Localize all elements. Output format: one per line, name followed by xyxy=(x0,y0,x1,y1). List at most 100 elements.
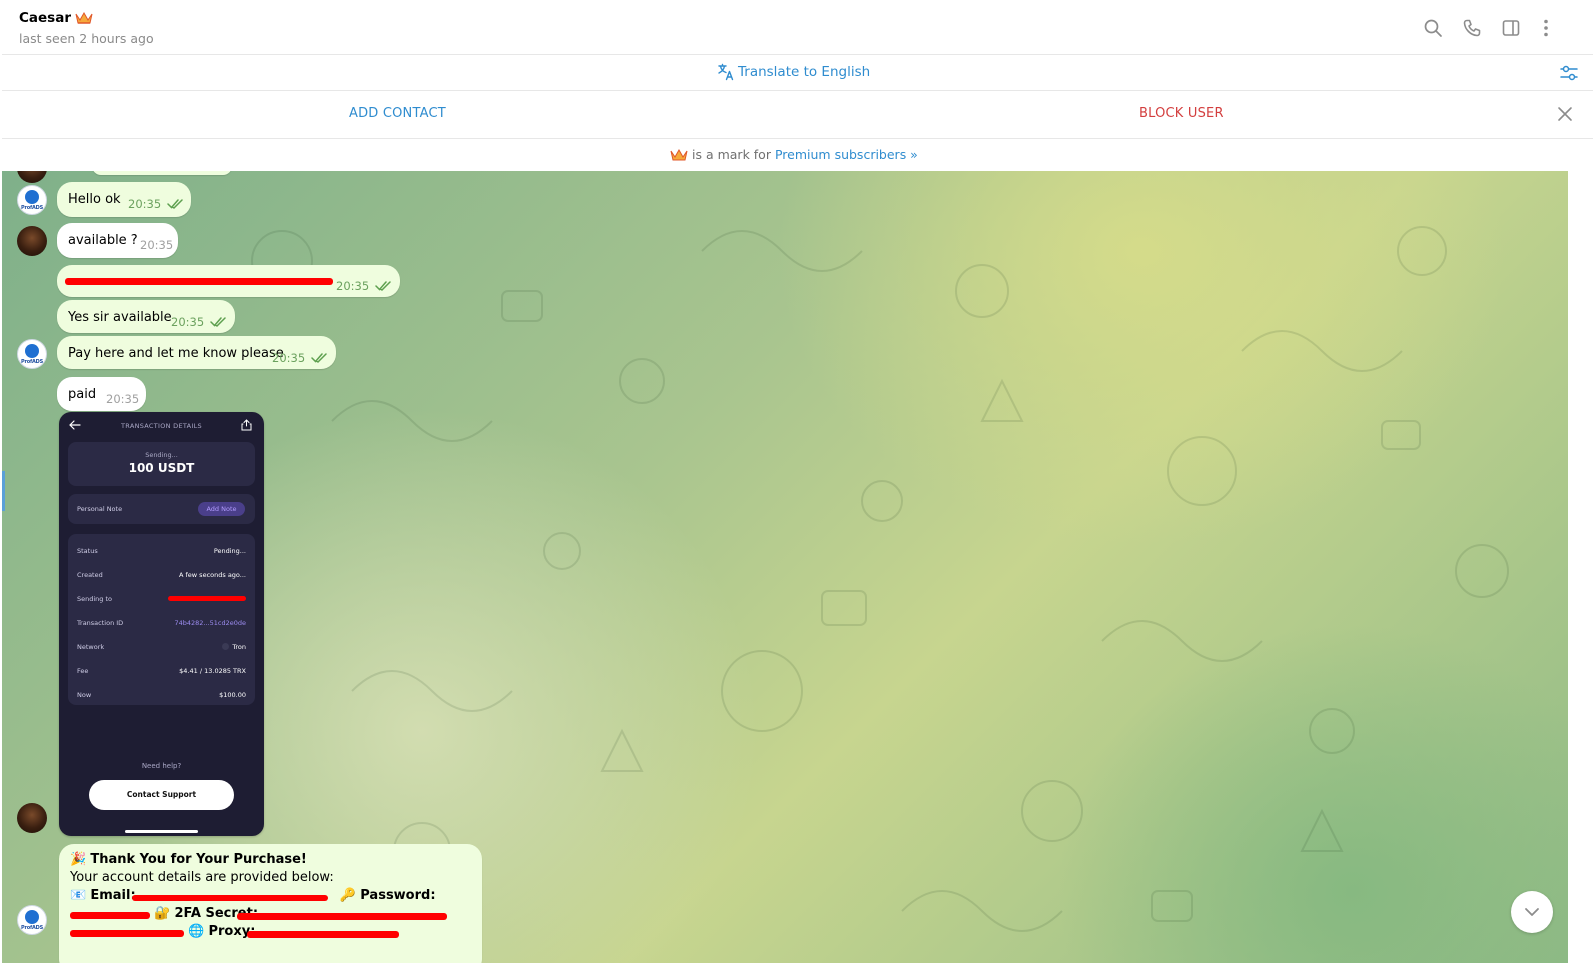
redaction-mark xyxy=(132,895,328,901)
message-bubble[interactable]: 🎉 Thank You for Your Purchase! Your acco… xyxy=(59,844,482,963)
premium-text: is a mark for xyxy=(692,147,771,162)
scroll-indicator xyxy=(2,471,5,511)
translate-button[interactable]: Translate to English xyxy=(717,63,870,81)
detail-value: Pending... xyxy=(213,547,246,555)
redaction-mark xyxy=(247,931,399,938)
share-icon xyxy=(241,419,252,431)
message-text: Yes sir available xyxy=(68,310,172,325)
note-label: Personal Note xyxy=(77,505,123,513)
email-icon: 📧 xyxy=(70,888,87,903)
avatar[interactable] xyxy=(17,226,47,256)
redaction-mark xyxy=(237,913,447,920)
redaction-mark xyxy=(65,278,333,285)
redaction-mark xyxy=(70,912,150,919)
contact-support-button: Contact Support xyxy=(89,780,234,810)
message-line: 🎉 Thank You for Your Purchase! xyxy=(70,852,307,867)
message-bubble[interactable]: Hello ok 20:35 xyxy=(57,182,191,217)
block-user-button[interactable]: BLOCK USER xyxy=(1139,106,1224,121)
right-gutter xyxy=(1568,171,1593,963)
premium-link[interactable]: Premium subscribers » xyxy=(775,147,918,162)
message-text: available ? xyxy=(68,233,138,248)
detail-value: A few seconds ago... xyxy=(179,571,246,579)
close-icon[interactable] xyxy=(1555,104,1575,124)
chat-name: Caesar xyxy=(19,10,71,26)
email-label: Email: xyxy=(90,888,136,903)
detail-key: Fee xyxy=(77,667,89,675)
translate-bar: Translate to English xyxy=(2,55,1593,91)
translate-label: Translate to English xyxy=(738,64,871,80)
amount-box: Sending... 100 USDT xyxy=(68,442,255,486)
detail-key: Network xyxy=(77,643,105,651)
double-check-icon xyxy=(210,317,226,327)
message-text: Pay here and let me know please xyxy=(68,346,284,361)
message-time: 20:35 xyxy=(140,238,174,252)
screenshot-title: TRANSACTION DETAILS xyxy=(121,422,202,430)
tron-icon xyxy=(222,643,230,650)
detail-row: Sending to xyxy=(77,595,246,605)
details-box: Status Pending... Created A few seconds … xyxy=(68,534,255,705)
message-bubble[interactable]: 20:35 xyxy=(57,265,400,297)
premium-notice-bar: is a mark for Premium subscribers » xyxy=(2,139,1593,171)
redaction-mark xyxy=(168,596,246,601)
message-text: Hello ok xyxy=(68,192,121,207)
translate-icon xyxy=(718,63,734,81)
detail-row: Created A few seconds ago... xyxy=(77,571,246,581)
message-time: 20:35 xyxy=(336,279,370,293)
message-bubble-partial xyxy=(92,171,232,175)
detail-value: Tron xyxy=(232,643,246,651)
message-bubble[interactable]: Yes sir available 20:35 xyxy=(57,300,235,333)
detail-value: 74b4282...51cd2e0de xyxy=(174,619,246,627)
sidebar-icon[interactable] xyxy=(1500,17,1522,39)
detail-row: Now $100.00 xyxy=(77,691,246,701)
detail-key: Created xyxy=(77,571,103,579)
avatar[interactable] xyxy=(17,803,47,833)
detail-key: Sending to xyxy=(77,595,113,603)
double-check-icon xyxy=(167,199,183,209)
home-indicator xyxy=(125,830,198,833)
contact-action-bar: ADD CONTACT BLOCK USER xyxy=(2,91,1593,139)
party-popper-icon: 🎉 xyxy=(70,852,87,867)
screenshot-header: TRANSACTION DETAILS xyxy=(59,412,264,438)
message-bubble[interactable]: available ? 20:35 xyxy=(57,223,178,258)
search-icon[interactable] xyxy=(1422,17,1444,39)
message-heading: Thank You for Your Purchase! xyxy=(90,852,307,867)
chat-header: Caesar last seen 2 hours ago xyxy=(2,0,1593,55)
more-icon[interactable] xyxy=(1535,17,1557,39)
key-icon: 🔑 xyxy=(339,888,357,903)
redaction-mark xyxy=(70,930,184,937)
add-contact-button[interactable]: ADD CONTACT xyxy=(349,106,446,121)
add-note-button: Add Note xyxy=(198,502,245,516)
scroll-down-button[interactable] xyxy=(1511,891,1553,933)
detail-key: Now xyxy=(77,691,92,699)
translate-settings-icon[interactable] xyxy=(1559,63,1579,83)
message-text: paid xyxy=(68,387,97,402)
message-bubble[interactable]: Pay here and let me know please 20:35 xyxy=(57,336,336,369)
premium-crown-icon xyxy=(75,11,93,24)
chat-messages-area[interactable]: ProfADS Hello ok 20:35 available ? 20:35… xyxy=(2,171,1568,963)
detail-row: Fee $4.41 / 13.0285 TRX xyxy=(77,667,246,677)
globe-icon: 🌐 xyxy=(188,924,205,939)
help-text: Need help? xyxy=(141,762,182,770)
message-bubble[interactable]: paid 20:35 xyxy=(57,377,146,411)
message-time: 20:35 xyxy=(106,392,140,406)
amount-value: 100 USDT xyxy=(128,461,195,475)
avatar[interactable]: ProfADS xyxy=(17,905,47,935)
note-box: Personal Note Add Note xyxy=(68,494,255,524)
transaction-screenshot[interactable]: TRANSACTION DETAILS Sending... 100 USDT … xyxy=(59,412,264,836)
avatar[interactable]: ProfADS xyxy=(17,185,47,215)
chat-title[interactable]: Caesar xyxy=(19,10,93,26)
detail-row: Network Tron xyxy=(77,643,246,653)
premium-crown-icon xyxy=(670,148,688,160)
avatar[interactable]: ProfADS xyxy=(17,339,47,369)
message-time: 20:35 xyxy=(272,351,306,365)
detail-row: Transaction ID 74b4282...51cd2e0de xyxy=(77,619,246,629)
detail-row: Status Pending... xyxy=(77,547,246,557)
detail-value: $4.41 / 13.0285 TRX xyxy=(179,667,246,675)
double-check-icon xyxy=(311,353,327,363)
phone-icon[interactable] xyxy=(1461,17,1483,39)
message-time: 20:35 xyxy=(171,315,205,329)
detail-value: $100.00 xyxy=(219,691,246,699)
lock-icon: 🔐 xyxy=(154,906,171,921)
chevron-down-icon xyxy=(1525,908,1539,916)
password-label: Password: xyxy=(360,888,436,903)
